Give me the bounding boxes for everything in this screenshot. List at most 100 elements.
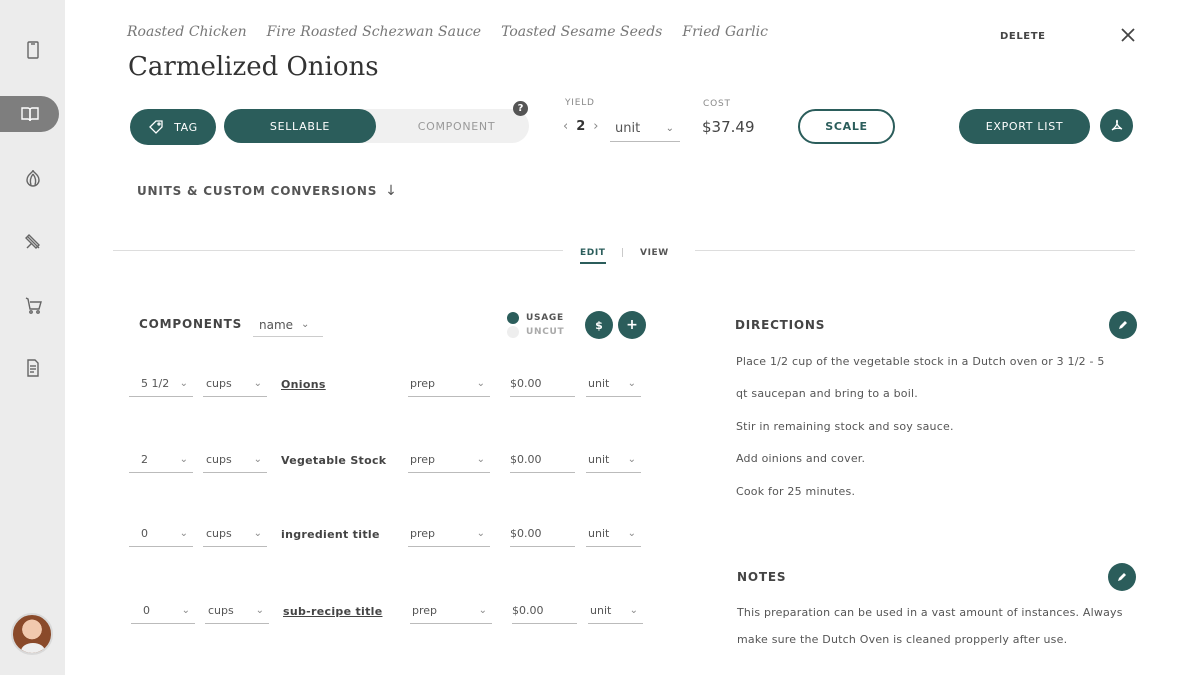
scale-button[interactable]: SCALE [798,109,895,144]
cost-toggle-button[interactable]: $ [585,311,613,339]
chevron-down-icon: ⌄ [476,378,485,389]
price-unit-select[interactable]: unit ⌄ [586,371,641,397]
yield-label: YIELD [565,98,595,108]
ingredient-name[interactable]: Vegetable Stock [281,447,386,473]
breadcrumb-item[interactable]: Fried Garlic [682,24,768,40]
breadcrumb-item[interactable]: Toasted Sesame Seeds [501,24,662,40]
directions-line: qt saucepan and bring to a boil. [736,387,918,400]
tab-separator: | [621,248,625,258]
phone-icon [26,41,39,59]
quantity-select[interactable]: 5 1/2 ⌄ [129,371,193,397]
sidebar-item-phone[interactable] [0,32,65,68]
breadcrumb-item[interactable]: Roasted Chicken [127,24,247,40]
units-conversions-toggle[interactable]: UNITS & CUSTOM CONVERSIONS ↓ [137,183,398,199]
price-value: $0.00 [512,604,544,617]
yield-stepper: ‹ 2 › [563,119,598,134]
cost-label: COST [703,99,731,109]
help-icon[interactable]: ? [513,101,528,116]
quantity-select[interactable]: 0 ⌄ [131,598,195,624]
chevron-down-icon: ⌄ [665,123,674,134]
quantity-select[interactable]: 2 ⌄ [129,447,193,473]
sidebar [0,0,65,675]
tag-button[interactable]: TAG [130,109,216,145]
chevron-down-icon: ⌄ [179,378,188,389]
pencil-icon [1119,321,1127,329]
delete-button[interactable]: DELETE [1000,31,1046,42]
components-title: COMPONENTS [139,317,243,331]
chevron-left-icon[interactable]: ‹ [563,119,568,134]
sub-recipe-title-input[interactable]: sub-recipe title [283,598,382,624]
price-value: $0.00 [510,453,542,466]
quantity-value: 0 [141,527,148,540]
unit-select[interactable]: cups ⌄ [203,521,267,547]
table-row: 2 ⌄ cups ⌄ Vegetable Stock prep ⌄ $0.00 uni… [0,447,700,473]
unit-select[interactable]: cups ⌄ [203,447,267,473]
quantity-select[interactable]: 0 ⌄ [129,521,193,547]
prep-select[interactable]: prep ⌄ [410,598,492,624]
quantity-value: 0 [143,604,150,617]
ingredient-name[interactable]: Onions [281,371,326,397]
tag-icon [149,120,163,134]
yield-value[interactable]: 2 [576,119,585,134]
sort-select[interactable]: name ⌄ [253,313,323,337]
price-unit-select[interactable]: unit ⌄ [586,447,641,473]
price-input[interactable]: $0.00 [512,598,577,624]
sidebar-item-orders[interactable] [0,287,65,323]
directions-line: Cook for 25 minutes. [736,485,856,498]
price-input[interactable]: $0.00 [510,447,575,473]
legend-usage-label: USAGE [526,313,564,323]
legend-uncut[interactable]: UNCUT [507,325,564,339]
price-input[interactable]: $0.00 [510,371,575,397]
unit-select[interactable]: cups ⌄ [203,371,267,397]
legend-uncut-label: UNCUT [526,327,565,337]
prep-value: prep [410,453,436,466]
units-conversions-label: UNITS & CUSTOM CONVERSIONS [137,184,378,198]
chevron-down-icon: ⌄ [476,454,485,465]
export-list-button[interactable]: EXPORT LIST [959,109,1090,144]
tab-view[interactable]: VIEW [640,248,669,258]
price-unit-select[interactable]: unit ⌄ [586,521,641,547]
directions-line: Add oinions and cover. [736,452,866,465]
sidebar-item-ingredients[interactable] [0,160,65,196]
breadcrumb-item[interactable]: Fire Roasted Schezwan Sauce [267,24,481,40]
table-row: 5 1/2 ⌄ cups ⌄ Onions prep ⌄ $0.00 unit ⌄ [0,371,700,397]
yield-unit-select[interactable]: unit ⌄ [610,116,680,142]
price-unit-value: unit [588,527,610,540]
chevron-down-icon: ⌄ [253,378,262,389]
tab-edit[interactable]: EDIT [580,248,606,264]
prep-select[interactable]: prep ⌄ [408,447,490,473]
table-row: 0 ⌄ cups ⌄ sub-recipe title prep ⌄ $0.00 un… [0,598,700,624]
chevron-down-icon: ⌄ [627,528,636,539]
ingredient-title-input[interactable]: ingredient title [281,521,380,547]
unit-value: cups [206,453,232,466]
price-value: $0.00 [510,527,542,540]
sellable-component-toggle[interactable]: SELLABLE COMPONENT [224,109,529,143]
pdf-button[interactable] [1100,109,1133,142]
cost-value: $37.49 [702,118,755,136]
sellable-option[interactable]: SELLABLE [224,109,376,143]
chevron-down-icon: ⌄ [629,605,638,616]
legend-usage[interactable]: USAGE [507,311,564,325]
chevron-down-icon: ⌄ [255,605,264,616]
price-unit-value: unit [590,604,612,617]
prep-select[interactable]: prep ⌄ [408,521,490,547]
quantity-value: 2 [141,453,148,466]
component-option[interactable]: COMPONENT [384,109,529,143]
price-input[interactable]: $0.00 [510,521,575,547]
unit-select[interactable]: cups ⌄ [205,598,269,624]
notes-line: make sure the Dutch Oven is cleaned prop… [737,633,1068,646]
edit-notes-button[interactable] [1108,563,1136,591]
price-unit-select[interactable]: unit ⌄ [588,598,643,624]
chevron-right-icon[interactable]: › [593,119,598,134]
prep-select[interactable]: prep ⌄ [408,371,490,397]
sidebar-item-recipes[interactable] [0,96,59,132]
chevron-down-icon: ⌄ [179,454,188,465]
add-component-button[interactable]: + [618,311,646,339]
close-icon[interactable] [1119,26,1137,44]
table-row: 0 ⌄ cups ⌄ ingredient title prep ⌄ $0.00 un… [0,521,700,547]
yield-unit-value: unit [615,121,641,136]
prep-value: prep [410,527,436,540]
edit-directions-button[interactable] [1109,311,1137,339]
divider [113,250,563,251]
sidebar-item-prep[interactable] [0,224,65,260]
